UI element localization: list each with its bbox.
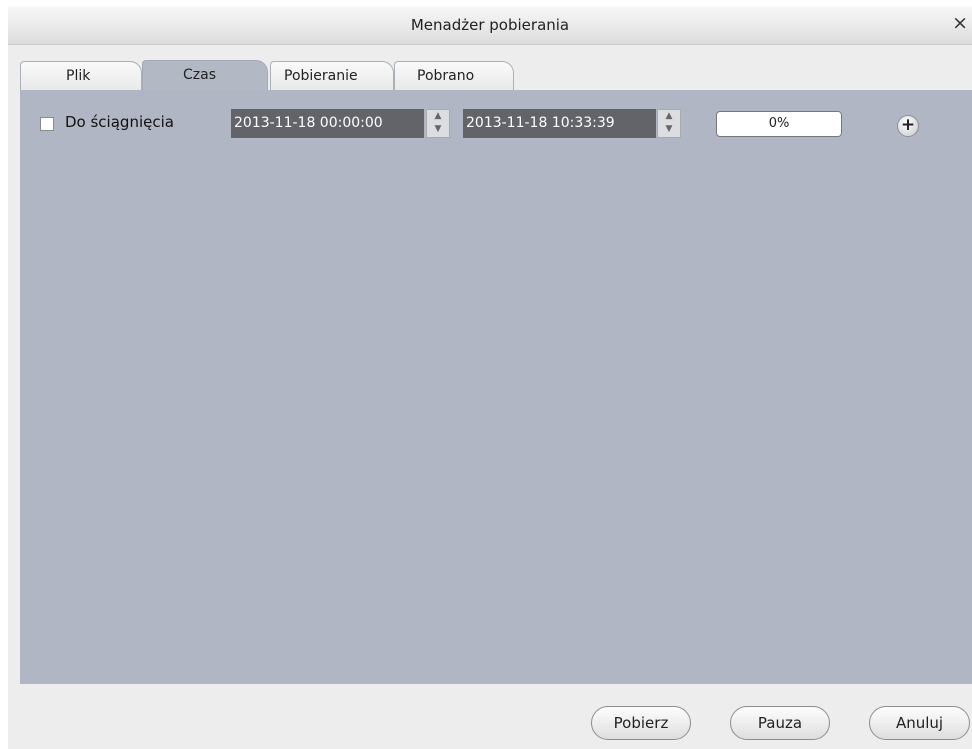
title-bar: Menadżer pobierania × — [8, 6, 972, 45]
pause-button[interactable]: Pauza — [730, 706, 830, 740]
tab-czas[interactable]: Czas — [142, 60, 268, 92]
tab-plik[interactable]: Plik — [20, 61, 142, 91]
download-checkbox-label: Do ściągnięcia — [65, 113, 174, 131]
download-progress-bar: 0% — [716, 111, 842, 137]
arrow-up-icon[interactable]: ▲ — [658, 110, 680, 123]
tab-label: Czas — [183, 67, 216, 83]
cancel-button[interactable]: Anuluj — [869, 706, 970, 740]
download-button[interactable]: Pobierz — [591, 706, 691, 740]
start-time-field[interactable]: 2013-11-18 00:00:00 — [231, 109, 424, 138]
download-manager-window: Menadżer pobierania × Plik Pobieranie Po… — [8, 6, 972, 749]
tab-label: Pobrano — [417, 68, 475, 84]
progress-text: 0% — [768, 116, 790, 131]
arrow-up-icon[interactable]: ▲ — [427, 110, 449, 123]
window-title: Menadżer pobierania — [410, 16, 570, 34]
end-time-spinner[interactable]: ▲ ▼ — [657, 109, 681, 138]
tab-pobieranie[interactable]: Pobieranie — [270, 61, 394, 91]
time-panel: Do ściągnięcia 2013-11-18 00:00:00 ▲ ▼ 2… — [20, 90, 972, 684]
close-icon[interactable]: × — [952, 12, 968, 34]
end-time-field[interactable]: 2013-11-18 10:33:39 — [463, 109, 656, 138]
arrow-down-icon[interactable]: ▼ — [658, 123, 680, 136]
tab-label: Pobieranie — [284, 68, 358, 84]
download-checkbox[interactable] — [40, 117, 54, 131]
tab-label: Plik — [66, 68, 91, 84]
tab-pobrano[interactable]: Pobrano — [394, 61, 514, 91]
plus-circle-icon[interactable]: + — [897, 115, 919, 137]
arrow-down-icon[interactable]: ▼ — [427, 123, 449, 136]
start-time-spinner[interactable]: ▲ ▼ — [426, 109, 450, 138]
